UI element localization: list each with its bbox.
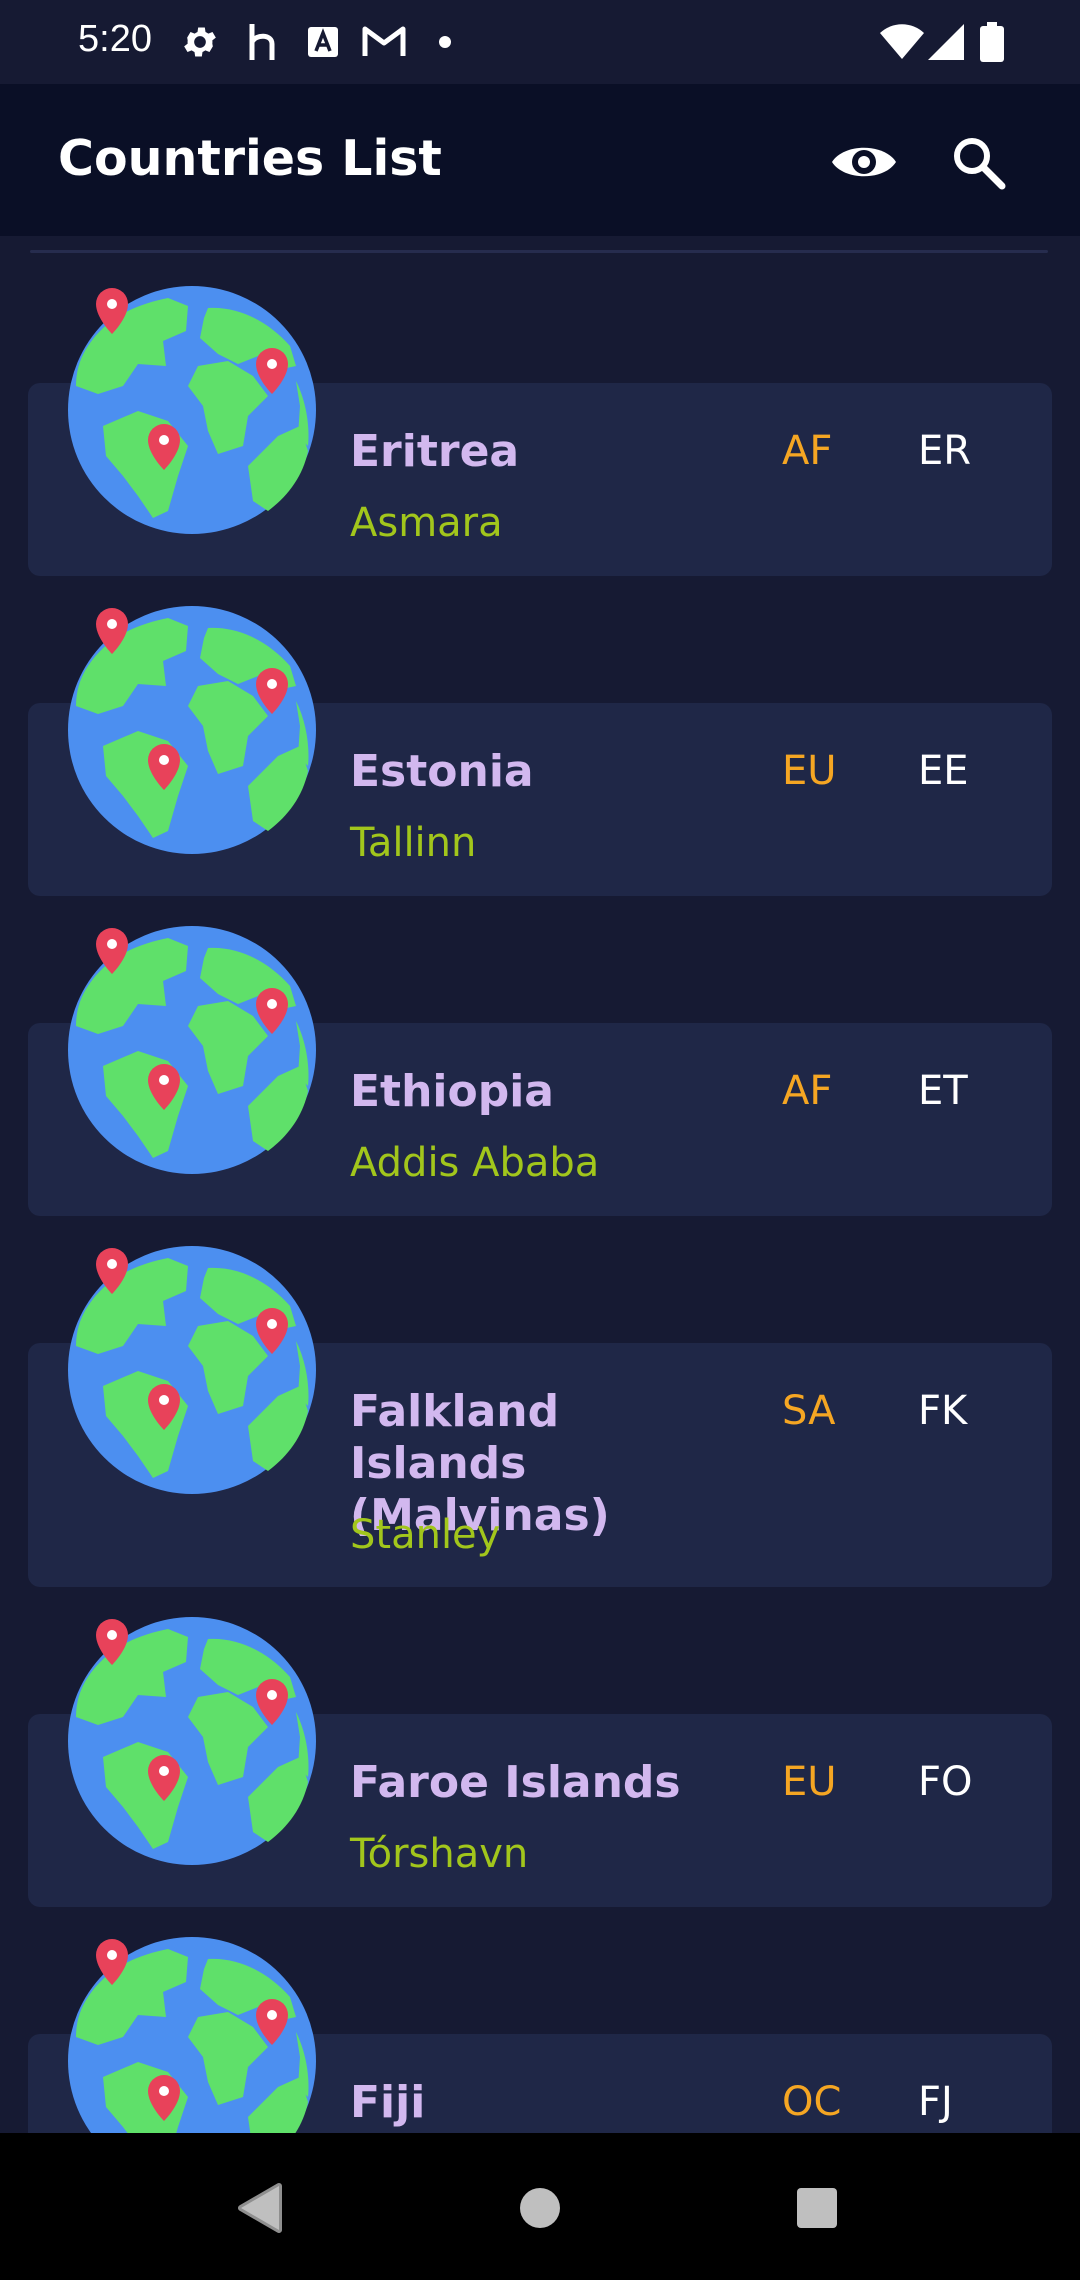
country-code: ER [918, 428, 972, 474]
search-icon[interactable] [938, 122, 1018, 202]
list-item[interactable]: Ethiopia Addis Ababa AF ET [0, 926, 1080, 1236]
country-name: Eritrea [350, 426, 520, 477]
country-capital: Tórshavn [350, 1831, 529, 1877]
country-capital: Stanley [350, 1512, 501, 1558]
divider [30, 250, 1048, 253]
recents-icon[interactable] [782, 2173, 852, 2243]
country-code: ET [918, 1068, 968, 1114]
globe-icon [68, 1246, 316, 1494]
gear-icon [180, 22, 220, 62]
globe-icon [68, 1617, 316, 1865]
globe-icon [68, 606, 316, 854]
country-capital: Addis Ababa [350, 1140, 600, 1186]
country-name: Faroe Islands [350, 1757, 681, 1808]
country-region: OC [782, 2079, 842, 2125]
app-bar: Countries List [0, 84, 1080, 236]
list-item[interactable]: Falkland Islands (Malvinas) Stanley SA F… [0, 1246, 1080, 1606]
home-icon[interactable] [505, 2173, 575, 2243]
h-app-icon [248, 22, 278, 62]
country-region: SA [782, 1388, 836, 1434]
wifi-icon [880, 22, 924, 62]
eye-icon[interactable] [824, 122, 904, 202]
list-item[interactable]: Eritrea Asmara AF ER [0, 286, 1080, 596]
country-code: EE [918, 748, 969, 794]
country-code: FK [918, 1388, 968, 1434]
page-title: Countries List [58, 130, 442, 187]
list-item[interactable]: Faroe Islands Tórshavn EU FO [0, 1617, 1080, 1927]
list-item[interactable]: Fiji OC FJ [0, 1937, 1080, 2133]
back-icon[interactable] [224, 2173, 294, 2243]
navigation-bar [0, 2133, 1080, 2280]
globe-icon [68, 926, 316, 1174]
status-time: 5:20 [78, 18, 152, 60]
country-region: EU [782, 1759, 837, 1805]
battery-icon [980, 22, 1004, 62]
country-region: EU [782, 748, 837, 794]
status-bar: 5:20 [0, 0, 1080, 84]
country-code: FJ [918, 2079, 953, 2125]
country-name: Fiji [350, 2077, 426, 2128]
country-capital: Asmara [350, 500, 503, 546]
globe-icon [68, 1937, 316, 2133]
list-item[interactable]: Estonia Tallinn EU EE [0, 606, 1080, 916]
a-app-icon [306, 22, 340, 62]
signal-icon [928, 22, 964, 62]
countries-list[interactable]: Eritrea Asmara AF ER Estonia Tallinn EU … [0, 236, 1080, 2133]
country-code: FO [918, 1759, 973, 1805]
country-name: Ethiopia [350, 1066, 554, 1117]
country-region: AF [782, 1068, 833, 1114]
dot-icon [438, 22, 452, 62]
country-name: Estonia [350, 746, 534, 797]
country-capital: Tallinn [350, 820, 477, 866]
globe-icon [68, 286, 316, 534]
gmail-icon [362, 22, 406, 62]
country-region: AF [782, 428, 833, 474]
